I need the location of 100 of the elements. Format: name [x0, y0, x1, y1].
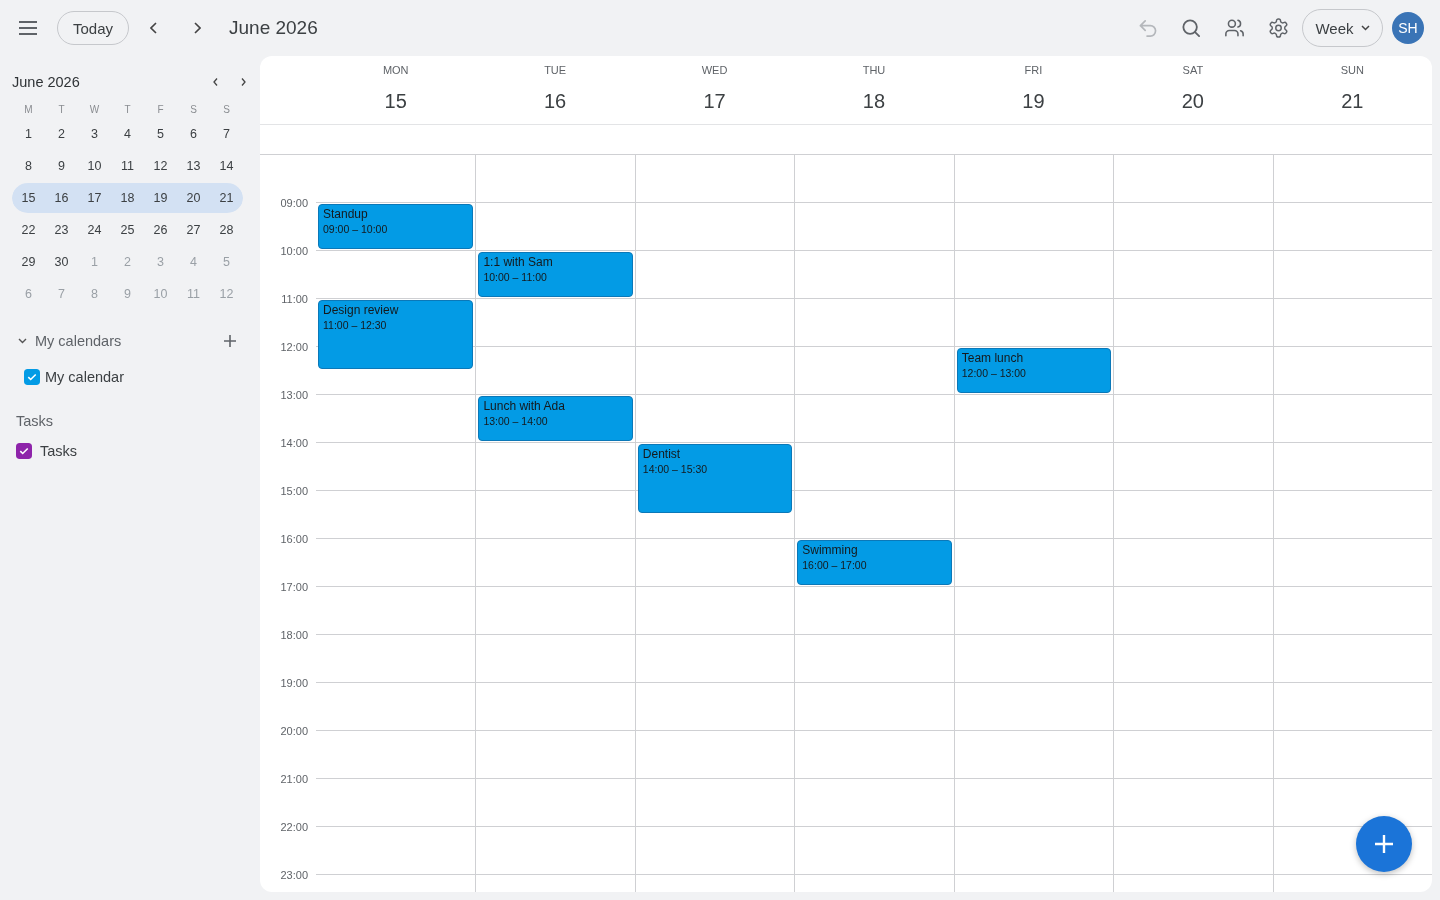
week-row[interactable]: 1 2 3 4 5 6 7	[12, 118, 243, 150]
event-time: 13:00 – 14:00	[483, 414, 548, 428]
event-card[interactable]: Design review 11:00 – 12:30	[318, 300, 474, 369]
calendar-name: Tasks	[40, 443, 78, 459]
day-number[interactable]: 18	[862, 88, 886, 114]
day-number[interactable]: 15	[384, 88, 407, 114]
date-button[interactable]: 19	[144, 183, 177, 213]
hour-label: 14:00	[279, 436, 309, 451]
date-button[interactable]: 6	[177, 119, 210, 149]
event-card[interactable]: Dentist 14:00 – 15:30	[637, 444, 793, 513]
weekday-label: M	[23, 103, 34, 115]
weekday-name: SUN	[1340, 63, 1364, 77]
weekday-name: TUE	[544, 63, 567, 77]
add-calendar-button[interactable]	[222, 333, 238, 349]
date-button[interactable]: 27	[177, 215, 210, 245]
chevron-right-icon	[241, 78, 246, 86]
date-button[interactable]: 3	[78, 119, 111, 149]
date-button[interactable]: 7	[210, 119, 243, 149]
view-dropdown[interactable]: Week	[1302, 9, 1383, 47]
event-card[interactable]: Standup 09:00 – 10:00	[318, 204, 474, 249]
hour-label: 18:00	[279, 628, 309, 643]
date-button[interactable]: 2	[45, 119, 78, 149]
hour-label: 21:00	[279, 772, 309, 787]
day-number[interactable]: 16	[544, 88, 567, 114]
chevron-left-icon	[213, 78, 218, 86]
hour-label: 17:00	[279, 580, 309, 595]
day-number[interactable]: 19	[1022, 88, 1045, 114]
checkbox[interactable]	[16, 443, 32, 459]
day-number[interactable]: 21	[1341, 88, 1364, 114]
date-button[interactable]: 13	[177, 151, 210, 181]
week-row[interactable]: 8 9 10 11 12 13 14	[12, 150, 243, 182]
event-time: 12:00 – 13:00	[961, 366, 1026, 380]
hour-label: 10:00	[279, 244, 309, 259]
hour-label: 09:00	[279, 196, 309, 211]
event-time: 14:00 – 15:30	[642, 462, 708, 476]
date-button[interactable]: 14	[210, 151, 243, 181]
date-button[interactable]: 24	[78, 215, 111, 245]
day-number[interactable]: 20	[1181, 88, 1204, 114]
event-time: 11:00 – 12:30	[323, 318, 387, 332]
event-title: 1:1 with Sam	[483, 255, 553, 270]
date-button[interactable]: 23	[45, 215, 78, 245]
date-button[interactable]: 25	[111, 215, 144, 245]
date-button[interactable]: 9	[45, 151, 78, 181]
user-avatar[interactable]: SH	[1392, 12, 1424, 44]
date-button[interactable]: 16	[45, 183, 78, 213]
date-button[interactable]: 11	[111, 151, 144, 181]
date-button[interactable]: 20	[177, 183, 210, 213]
weekday-name: WED	[701, 63, 728, 77]
event-title: Dentist	[642, 447, 681, 462]
menu-icon	[19, 21, 37, 35]
section-title: Tasks	[16, 413, 54, 429]
event-time: 09:00 – 10:00	[323, 222, 388, 236]
plus-icon	[1375, 835, 1393, 853]
date-button[interactable]: 1	[12, 119, 45, 149]
date-button[interactable]: 4	[111, 119, 144, 149]
week-row[interactable]: 22 23 24 25 26 27 28	[12, 214, 243, 246]
checkbox[interactable]	[24, 369, 40, 385]
hour-label: 20:00	[279, 724, 309, 739]
date-button[interactable]: 10	[78, 151, 111, 181]
section-toggle[interactable]: My calendars	[18, 331, 122, 351]
settings-icon	[1269, 18, 1288, 38]
event-card[interactable]: Swimming 16:00 – 17:00	[797, 540, 952, 585]
date-button[interactable]: 28	[210, 215, 243, 245]
date-button[interactable]: 30	[45, 247, 78, 277]
period-title: June 2026	[229, 17, 318, 39]
day-number[interactable]: 17	[703, 88, 726, 114]
weekday-label: W	[88, 103, 101, 115]
date-button[interactable]: 17	[78, 183, 111, 213]
date-button[interactable]: 15	[12, 183, 45, 213]
hour-label: 16:00	[279, 532, 309, 547]
event-card[interactable]: 1:1 with Sam 10:00 – 11:00	[478, 252, 633, 297]
hour-label: 22:00	[279, 820, 309, 835]
add-event-button[interactable]	[1356, 816, 1412, 872]
plus-icon	[224, 335, 236, 347]
hour-label: 15:00	[279, 484, 309, 499]
date-button[interactable]: 22	[12, 215, 45, 245]
date-button[interactable]: 29	[12, 247, 45, 277]
date-button[interactable]: 26	[144, 215, 177, 245]
date-button[interactable]: 21	[210, 183, 243, 213]
event-card[interactable]: Lunch with Ada 13:00 – 14:00	[478, 396, 633, 441]
week-row[interactable]: 15 16 17 18 19 20 21	[12, 182, 243, 214]
date-button[interactable]: 12	[144, 151, 177, 181]
hour-label: 23:00	[279, 868, 309, 883]
weekday-label: T	[57, 103, 66, 115]
event-time: 10:00 – 11:00	[483, 270, 547, 284]
today-button[interactable]: Today	[57, 11, 129, 45]
week-row[interactable]: 29 30 1 2 3 4 5	[12, 246, 243, 278]
hour-label: 11:00	[280, 292, 309, 307]
hour-label: 12:00	[279, 340, 309, 355]
date-button[interactable]: 18	[111, 183, 144, 213]
date-button[interactable]: 5	[144, 119, 177, 149]
hour-label: 13:00	[279, 388, 309, 403]
weekday-name: FRI	[1024, 63, 1043, 77]
weekday-name: THU	[862, 63, 886, 77]
event-title: Lunch with Ada	[483, 399, 565, 414]
weekday-name: MON	[382, 63, 409, 77]
date-button[interactable]: 8	[12, 151, 45, 181]
event-time: 16:00 – 17:00	[802, 558, 867, 572]
search-icon	[1182, 19, 1200, 37]
event-card[interactable]: Team lunch 12:00 – 13:00	[956, 348, 1112, 393]
